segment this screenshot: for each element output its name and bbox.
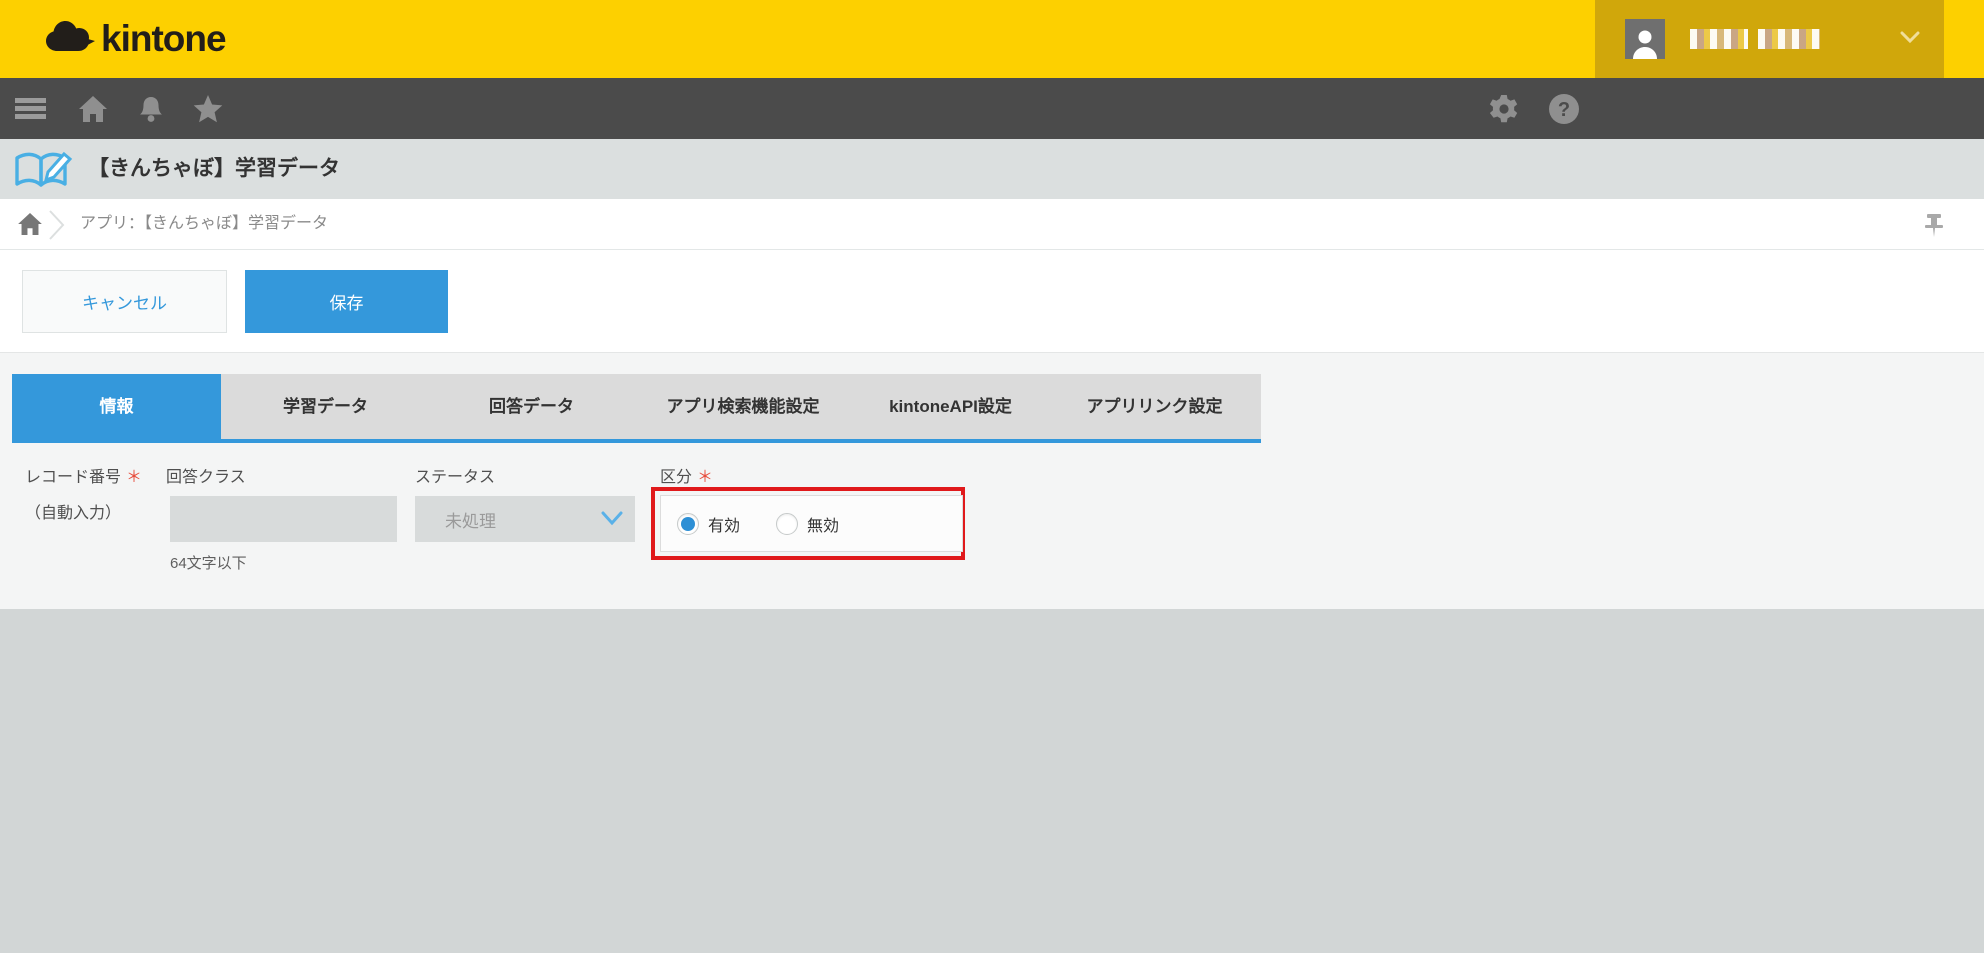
radio-selected-icon [677,513,699,535]
tab-app-search-settings[interactable]: アプリ検索機能設定 [633,374,853,439]
app-book-pencil-icon [14,150,76,195]
chevron-down-icon [1900,30,1920,49]
page-footer-area [0,609,1984,953]
home-icon[interactable] [76,78,110,139]
kintone-logo-text: kintone [101,18,226,60]
favorites-star-icon[interactable] [192,78,224,139]
status-dropdown-value: 未処理 [445,507,496,532]
status-dropdown: 未処理 [415,496,635,542]
svg-text:?: ? [1558,99,1570,121]
pin-icon[interactable] [1924,212,1944,243]
kubun-label: 区分＊ [660,463,713,487]
breadcrumb: アプリ：【きんちゃぼ】学習データ [0,199,1984,250]
tab-app-link-settings[interactable]: アプリリンク設定 [1048,374,1261,439]
cancel-button[interactable]: キャンセル [22,270,227,333]
kintone-cloud-icon [43,17,95,62]
answer-class-label: 回答クラス [166,463,246,487]
status-label: ステータス [415,463,495,487]
radio-unselected-icon [776,513,798,535]
tab-kintone-api-settings[interactable]: kintoneAPI設定 [853,374,1048,439]
help-icon[interactable]: ? [1547,78,1581,139]
settings-tabs: 情報 学習データ 回答データ アプリ検索機能設定 kintoneAPI設定 アプ… [12,374,1261,443]
settings-gear-icon[interactable] [1487,78,1521,139]
answer-class-input [170,496,397,542]
top-header-bar: kintone [0,0,1984,78]
user-avatar-icon [1625,19,1665,59]
radio-option-disabled[interactable]: 無効 [776,512,839,536]
radio-option-enabled[interactable]: 有効 [677,512,740,536]
app-title-bar: 【きんちゃぼ】学習データ [0,139,1984,199]
kubun-highlight-box: 有効 無効 [651,487,965,560]
tab-learning-data[interactable]: 学習データ [221,374,430,439]
save-button[interactable]: 保存 [245,270,448,333]
record-number-note: （自動入力） [25,499,121,523]
kubun-radio-group: 有効 無効 [660,495,963,552]
tab-answer-data[interactable]: 回答データ [430,374,633,439]
breadcrumb-app-link[interactable]: アプリ：【きんちゃぼ】学習データ [80,199,328,249]
global-navbar: ? [0,78,1984,139]
page-title: 【きんちゃぼ】学習データ [88,139,340,199]
tab-info[interactable]: 情報 [12,374,221,439]
user-menu[interactable] [1595,0,1944,78]
record-number-label: レコード番号＊ [25,463,142,487]
breadcrumb-chevron-icon [48,210,66,245]
required-asterisk: ＊ [126,469,142,486]
hamburger-menu-icon[interactable] [15,78,46,139]
answer-class-helper: 64文字以下 [170,552,247,573]
user-name-redacted [1690,29,1748,49]
breadcrumb-home-icon[interactable] [18,213,42,240]
required-asterisk: ＊ [697,469,713,486]
notifications-bell-icon[interactable] [136,78,166,139]
kintone-logo[interactable]: kintone [43,16,226,62]
chevron-down-icon [601,511,623,531]
user-name-redacted [1758,29,1820,49]
